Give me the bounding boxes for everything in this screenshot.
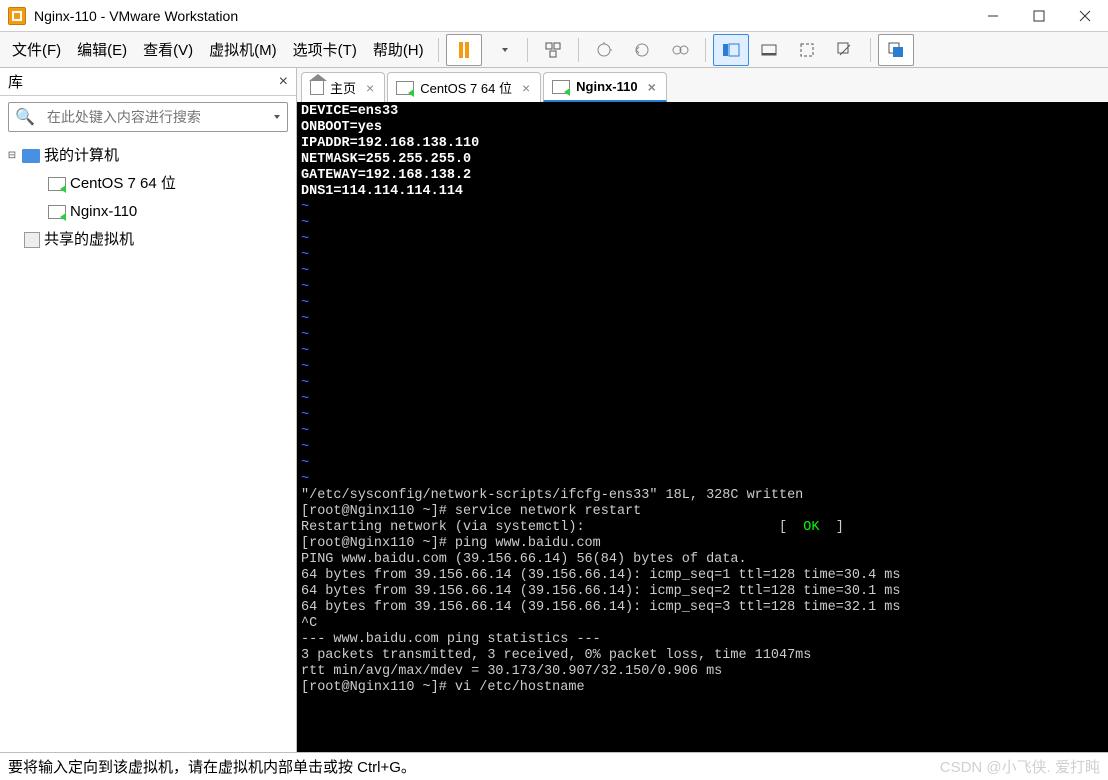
unity-button[interactable]: [827, 34, 863, 66]
fullscreen-button[interactable]: [789, 34, 825, 66]
pause-button[interactable]: [446, 34, 482, 66]
watermark: CSDN @小飞侠. 爱打盹: [940, 756, 1100, 777]
menu-view[interactable]: 查看(V): [135, 35, 201, 64]
tree-my-computer[interactable]: ⊟ 我的计算机: [0, 142, 296, 170]
close-tab-icon[interactable]: ×: [648, 79, 656, 95]
tree-label: 共享的虚拟机: [44, 226, 134, 254]
menu-edit[interactable]: 编辑(E): [69, 35, 135, 64]
tree-label: 我的计算机: [44, 142, 119, 170]
library-header: 库 ×: [0, 68, 296, 96]
vm-tabbar: 主页 × CentOS 7 64 位 × Nginx-110 ×: [297, 68, 1108, 102]
monitor-icon: [22, 149, 40, 163]
search-dropdown-icon[interactable]: [274, 115, 280, 119]
terminal-prompt3: [root@Nginx110 ~]# vi /etc/hostname: [301, 680, 585, 695]
close-library-icon[interactable]: ×: [279, 73, 288, 91]
terminal-restart: Restarting network (via systemctl): [ OK…: [301, 520, 844, 535]
library-search[interactable]: 🔍: [8, 102, 288, 132]
menu-vm[interactable]: 虚拟机(M): [201, 35, 285, 64]
window-title: Nginx-110 - VMware Workstation: [34, 8, 970, 24]
terminal-stats-header: --- www.baidu.com ping statistics ---: [301, 632, 601, 647]
library-tree: ⊟ 我的计算机 CentOS 7 64 位 Nginx-110 共享的虚拟机: [0, 138, 296, 258]
terminal-stats-line: 3 packets transmitted, 3 received, 0% pa…: [301, 648, 811, 663]
menu-file[interactable]: 文件(F): [4, 35, 69, 64]
terminal-ping-line: 64 bytes from 39.156.66.14 (39.156.66.14…: [301, 584, 901, 599]
terminal-ping-header: PING www.baidu.com (39.156.66.14) 56(84)…: [301, 552, 747, 567]
maximize-button[interactable]: [1016, 0, 1062, 32]
separator: [578, 38, 579, 62]
vm-icon: [552, 80, 570, 94]
snapshot-button[interactable]: [586, 34, 622, 66]
terminal-ping-line: 64 bytes from 39.156.66.14 (39.156.66.14…: [301, 600, 901, 615]
terminal-prompt2: [root@Nginx110 ~]# ping www.baidu.com: [301, 536, 601, 551]
console-view-button[interactable]: [878, 34, 914, 66]
shared-icon: [24, 232, 40, 248]
collapse-icon[interactable]: ⊟: [6, 150, 18, 162]
terminal-stats-line: rtt min/avg/max/mdev = 30.173/30.907/32.…: [301, 664, 722, 679]
separator: [527, 38, 528, 62]
library-sidebar: 库 × 🔍 ⊟ 我的计算机 CentOS 7 64 位 Nginx-110: [0, 68, 297, 752]
content-area: 主页 × CentOS 7 64 位 × Nginx-110 × DEVICE=…: [297, 68, 1108, 752]
vm-icon: [48, 205, 66, 219]
vm-console-terminal[interactable]: DEVICE=ens33 ONBOOT=yes IPADDR=192.168.1…: [297, 102, 1108, 752]
search-input[interactable]: [41, 108, 268, 126]
terminal-prompt1: [root@Nginx110 ~]# service network resta…: [301, 504, 641, 519]
terminal-ctrlc: ^C: [301, 616, 317, 631]
separator: [705, 38, 706, 62]
app-icon: [8, 7, 26, 25]
status-hint: 要将输入定向到该虚拟机，请在虚拟机内部单击或按 Ctrl+G。: [8, 756, 416, 777]
close-button[interactable]: [1062, 0, 1108, 32]
search-icon: 🔍: [15, 107, 35, 127]
manage-snapshots-button[interactable]: [662, 34, 698, 66]
home-icon: [310, 81, 324, 95]
minimize-button[interactable]: [970, 0, 1016, 32]
show-library-button[interactable]: [713, 34, 749, 66]
terminal-written: "/etc/sysconfig/network-scripts/ifcfg-en…: [301, 488, 803, 503]
close-tab-icon[interactable]: ×: [366, 80, 374, 96]
vm-icon: [396, 81, 414, 95]
menu-bar: 文件(F) 编辑(E) 查看(V) 虚拟机(M) 选项卡(T) 帮助(H): [0, 32, 1108, 68]
revert-snapshot-button[interactable]: [624, 34, 660, 66]
send-ctrl-alt-del-button[interactable]: [535, 34, 571, 66]
tree-vm-centos[interactable]: CentOS 7 64 位: [0, 170, 296, 198]
tab-centos[interactable]: CentOS 7 64 位 ×: [387, 72, 541, 102]
vm-icon: [48, 177, 66, 191]
tab-home[interactable]: 主页 ×: [301, 72, 385, 102]
terminal-ping-line: 64 bytes from 39.156.66.14 (39.156.66.14…: [301, 568, 901, 583]
menu-help[interactable]: 帮助(H): [365, 35, 432, 64]
library-title: 库: [8, 71, 23, 92]
tree-label: Nginx-110: [70, 198, 137, 226]
separator: [438, 38, 439, 62]
close-tab-icon[interactable]: ×: [522, 80, 530, 96]
tab-label: Nginx-110: [576, 79, 637, 94]
tab-nginx[interactable]: Nginx-110 ×: [543, 72, 667, 102]
terminal-config-block: DEVICE=ens33 ONBOOT=yes IPADDR=192.168.1…: [301, 104, 479, 199]
tree-vm-nginx[interactable]: Nginx-110: [0, 198, 296, 226]
status-bar: 要将输入定向到该虚拟机，请在虚拟机内部单击或按 Ctrl+G。 CSDN @小飞…: [0, 752, 1108, 780]
tree-label: CentOS 7 64 位: [70, 170, 176, 198]
power-dropdown[interactable]: [484, 34, 520, 66]
tab-label: 主页: [330, 78, 356, 97]
window-titlebar: Nginx-110 - VMware Workstation: [0, 0, 1108, 32]
separator: [870, 38, 871, 62]
menu-tabs[interactable]: 选项卡(T): [285, 35, 365, 64]
tab-label: CentOS 7 64 位: [420, 78, 512, 97]
tree-shared-vms[interactable]: 共享的虚拟机: [0, 226, 296, 254]
thumbnail-view-button[interactable]: [751, 34, 787, 66]
